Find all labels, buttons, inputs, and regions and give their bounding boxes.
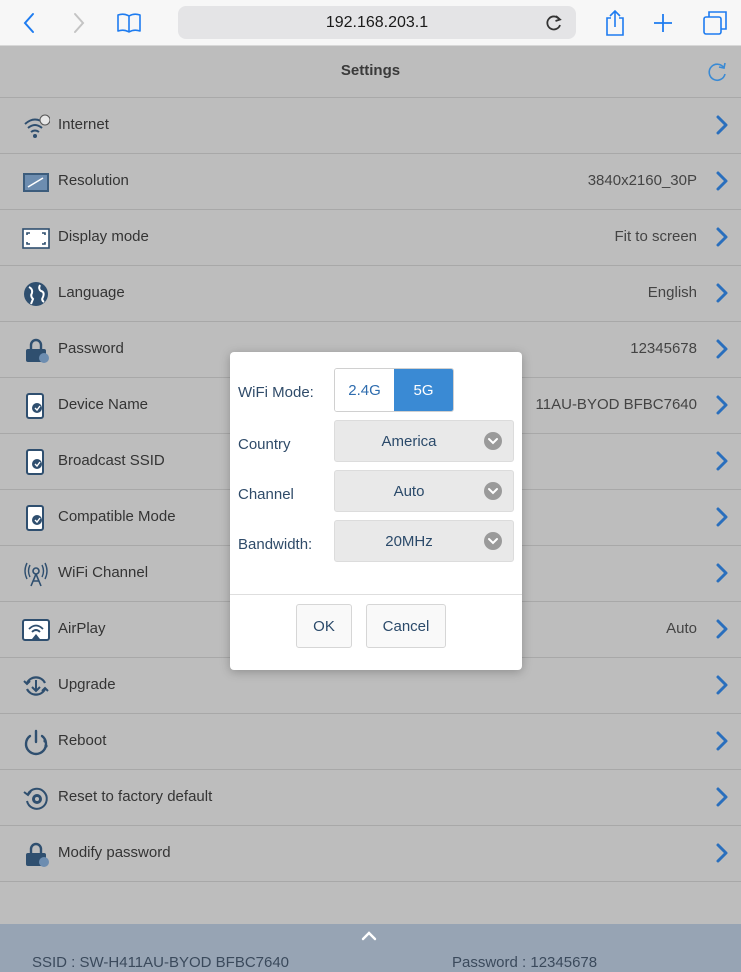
chevron-right-icon — [716, 339, 728, 359]
device-icon — [26, 505, 44, 531]
row-value: 11AU-BYOD BFBC7640 — [535, 396, 697, 413]
row-label: Modify password — [58, 844, 171, 861]
row-value: 3840x2160_30P — [587, 172, 697, 189]
settings-row-reset-factory-default[interactable]: Reset to factory default — [0, 770, 741, 826]
row-label: Device Name — [58, 396, 149, 413]
chevron-right-icon — [716, 507, 728, 527]
row-label: Language — [58, 284, 125, 301]
chevron-down-icon — [484, 432, 502, 450]
settings-header: Settings — [0, 46, 741, 98]
row-label: Internet — [58, 116, 109, 133]
chevron-right-icon — [716, 787, 728, 807]
ssid-text: SSID : SW-H411AU-BYOD BFBC7640 — [32, 954, 290, 971]
row-label: Resolution — [58, 172, 129, 189]
bandwidth-select[interactable]: 20MHz — [334, 520, 514, 562]
chevron-left-icon — [23, 13, 34, 33]
wifi-settings-dialog: WiFi Mode: 2.4G 5G Country America Chann… — [230, 352, 522, 670]
chevron-up-icon[interactable] — [360, 930, 378, 942]
row-value: 12345678 — [630, 340, 697, 357]
chevron-right-icon — [716, 619, 728, 639]
share-button[interactable] — [600, 8, 630, 38]
chevron-right-icon — [716, 731, 728, 751]
row-label: Display mode — [58, 228, 149, 245]
share-icon — [606, 9, 624, 36]
monitor-icon — [23, 173, 49, 192]
chevron-right-icon — [716, 171, 728, 191]
row-label: AirPlay — [58, 620, 106, 637]
row-label: WiFi Channel — [58, 564, 149, 581]
settings-row-modify-password[interactable]: Modify password — [0, 826, 741, 882]
bookmarks-button[interactable] — [114, 8, 144, 38]
ok-button[interactable]: OK — [296, 604, 352, 648]
browser-toolbar: 192.168.203.1 — [0, 0, 741, 46]
chevron-right-icon — [716, 395, 728, 415]
lock-icon — [26, 842, 49, 867]
bandwidth-value: 20MHz — [385, 533, 433, 550]
wifi-mode-label: WiFi Mode: — [238, 384, 314, 401]
book-icon — [117, 13, 141, 33]
refresh-icon[interactable] — [705, 60, 729, 84]
bandwidth-label: Bandwidth: — [238, 536, 313, 553]
forward-button[interactable] — [64, 8, 94, 38]
cancel-button[interactable]: Cancel — [366, 604, 446, 648]
power-icon — [24, 729, 48, 756]
reload-icon[interactable] — [544, 13, 564, 33]
network-info-bar[interactable]: SSID : SW-H411AU-BYOD BFBC7640 Password … — [0, 924, 741, 972]
device-icon — [26, 393, 44, 419]
channel-select[interactable]: Auto — [334, 470, 514, 512]
globe-icon — [24, 282, 48, 306]
wifi-globe-icon — [24, 114, 50, 138]
settings-row-reboot[interactable]: Reboot — [0, 714, 741, 770]
wifi-mode-option-2-4g[interactable]: 2.4G — [335, 369, 394, 411]
tabs-button[interactable] — [700, 8, 730, 38]
settings-row-language[interactable]: Language English — [0, 266, 741, 322]
chevron-down-icon — [484, 532, 502, 550]
country-select[interactable]: America — [334, 420, 514, 462]
chevron-right-icon — [716, 227, 728, 247]
page-title: Settings — [340, 62, 401, 79]
url-text: 192.168.203.1 — [325, 14, 429, 31]
chevron-down-icon — [484, 482, 502, 500]
back-button[interactable] — [14, 8, 44, 38]
country-value: America — [381, 433, 437, 450]
chevron-right-icon — [716, 843, 728, 863]
country-label: Country — [238, 436, 291, 453]
row-label: Reset to factory default — [58, 788, 213, 805]
row-label: Broadcast SSID — [58, 452, 165, 469]
chevron-right-icon — [74, 13, 85, 33]
password-text: Password : 12345678 — [452, 954, 598, 971]
wifi-mode-toggle: 2.4G 5G — [334, 368, 454, 412]
new-tab-button[interactable] — [648, 8, 678, 38]
chevron-right-icon — [716, 283, 728, 303]
chevron-right-icon — [716, 115, 728, 135]
upgrade-icon — [23, 676, 49, 696]
row-label: Compatible Mode — [58, 508, 176, 525]
settings-row-display-mode[interactable]: Display mode Fit to screen — [0, 210, 741, 266]
antenna-icon — [24, 562, 48, 587]
row-value: English — [647, 284, 697, 301]
settings-row-internet[interactable]: Internet — [0, 98, 741, 154]
wifi-mode-option-5g[interactable]: 5G — [394, 369, 453, 411]
row-value: Fit to screen — [614, 228, 697, 245]
display-mode-icon — [22, 228, 50, 249]
airplay-icon — [22, 619, 50, 641]
address-bar[interactable]: 192.168.203.1 — [178, 6, 576, 39]
reset-icon — [23, 787, 48, 810]
row-label: Reboot — [58, 732, 107, 749]
chevron-right-icon — [716, 675, 728, 695]
chevron-right-icon — [716, 451, 728, 471]
dialog-divider — [230, 594, 522, 595]
settings-row-resolution[interactable]: Resolution 3840x2160_30P — [0, 154, 741, 210]
row-label: Password — [58, 340, 124, 357]
channel-value: Auto — [393, 483, 425, 500]
plus-icon — [654, 14, 672, 32]
tabs-icon — [703, 11, 727, 35]
chevron-right-icon — [716, 563, 728, 583]
channel-label: Channel — [238, 486, 294, 503]
lock-icon — [26, 338, 49, 363]
device-icon — [26, 449, 44, 475]
row-value: Auto — [666, 620, 697, 637]
row-label: Upgrade — [58, 676, 116, 693]
